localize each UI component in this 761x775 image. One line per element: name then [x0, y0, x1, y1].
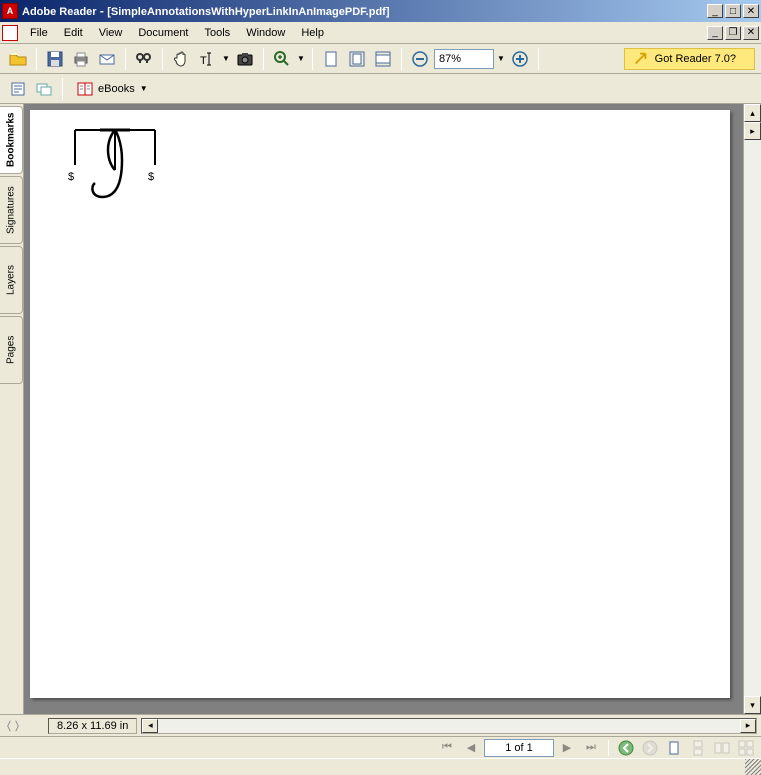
- zoom-input[interactable]: [434, 49, 494, 69]
- status-bar: 8.26 x 11.69 in ◂ ▸: [0, 714, 761, 736]
- resize-grip[interactable]: [745, 759, 761, 775]
- page-size-display: 8.26 x 11.69 in: [48, 718, 137, 734]
- ebooks-label: eBooks: [98, 83, 135, 95]
- menu-tools[interactable]: Tools: [197, 25, 239, 41]
- fit-width-button[interactable]: [371, 47, 395, 71]
- scroll-right-arrow[interactable]: ▸: [744, 122, 761, 140]
- secondary-toolbar: eBooks ▼: [0, 74, 761, 104]
- hscroll-left[interactable]: ◂: [142, 719, 158, 733]
- collab-button[interactable]: [32, 77, 56, 101]
- fit-page-button[interactable]: [345, 47, 369, 71]
- ebooks-button[interactable]: eBooks ▼: [69, 77, 156, 101]
- tab-layers[interactable]: Layers: [0, 246, 23, 314]
- main-toolbar: T ▼ ▼ ▼ Got Reader 7.0?: [0, 44, 761, 74]
- svg-text:$: $: [68, 171, 74, 183]
- vertical-scrollbar[interactable]: ▴ ▸ ▾: [743, 104, 761, 714]
- promo-text: Got Reader 7.0?: [655, 53, 736, 65]
- mdi-restore-button[interactable]: ❐: [725, 26, 741, 40]
- select-text-button[interactable]: T: [195, 47, 219, 71]
- horizontal-scrollbar[interactable]: ◂ ▸: [141, 718, 757, 734]
- hscroll-right[interactable]: ▸: [740, 719, 756, 733]
- ebooks-dropdown[interactable]: ▼: [139, 80, 149, 98]
- zoom-level-dropdown[interactable]: ▼: [496, 50, 506, 68]
- menu-document[interactable]: Document: [130, 25, 196, 41]
- maximize-button[interactable]: □: [725, 4, 741, 18]
- actual-size-button[interactable]: [319, 47, 343, 71]
- ebooks-icon: [76, 80, 94, 98]
- window-title: Adobe Reader - [SimpleAnnotationsWithHyp…: [22, 4, 707, 18]
- menu-help[interactable]: Help: [293, 25, 332, 41]
- titlebar: A Adobe Reader - [SimpleAnnotationsWithH…: [0, 0, 761, 22]
- save-button[interactable]: [43, 47, 67, 71]
- document-area[interactable]: $ $: [24, 104, 743, 714]
- snapshot-button[interactable]: [233, 47, 257, 71]
- search-button[interactable]: [132, 47, 156, 71]
- scales-image: $ $: [60, 125, 170, 215]
- document-icon: [2, 25, 18, 41]
- zoom-dropdown[interactable]: ▼: [296, 50, 306, 68]
- mdi-minimize-button[interactable]: _: [707, 26, 723, 40]
- zoom-out-button[interactable]: [408, 47, 432, 71]
- review-button[interactable]: [6, 77, 30, 101]
- scroll-track[interactable]: [744, 140, 761, 696]
- minimize-button[interactable]: _: [707, 4, 723, 18]
- app-icon: A: [2, 3, 18, 19]
- email-button[interactable]: [95, 47, 119, 71]
- pdf-page: $ $: [30, 110, 730, 698]
- menu-view[interactable]: View: [91, 25, 131, 41]
- menu-file[interactable]: File: [22, 25, 56, 41]
- promo-banner[interactable]: Got Reader 7.0?: [624, 48, 755, 70]
- resize-handle-icon[interactable]: [4, 717, 22, 735]
- zoom-in-button[interactable]: [270, 47, 294, 71]
- close-button[interactable]: ✕: [743, 4, 759, 18]
- svg-text:$: $: [148, 171, 154, 183]
- navigation-bar: ⏮ ◀ ▶ ⏭: [0, 736, 761, 758]
- mdi-close-button[interactable]: ✕: [743, 26, 759, 40]
- tab-pages[interactable]: Pages: [0, 316, 23, 384]
- scroll-down-button[interactable]: ▾: [744, 696, 761, 714]
- menu-edit[interactable]: Edit: [56, 25, 91, 41]
- hand-tool-button[interactable]: [169, 47, 193, 71]
- print-button[interactable]: [69, 47, 93, 71]
- tab-signatures[interactable]: Signatures: [0, 176, 23, 244]
- select-dropdown[interactable]: ▼: [221, 50, 231, 68]
- scroll-up-button[interactable]: ▴: [744, 104, 761, 122]
- menubar: File Edit View Document Tools Window Hel…: [0, 22, 761, 44]
- zoom-plus-button[interactable]: [508, 47, 532, 71]
- tab-bookmarks[interactable]: Bookmarks: [0, 106, 23, 174]
- open-button[interactable]: [6, 47, 30, 71]
- resize-bar: [0, 758, 761, 775]
- arrow-icon: [633, 51, 649, 67]
- menu-window[interactable]: Window: [238, 25, 293, 41]
- side-tabs: Bookmarks Signatures Layers Pages: [0, 104, 24, 714]
- svg-text:T: T: [200, 55, 207, 67]
